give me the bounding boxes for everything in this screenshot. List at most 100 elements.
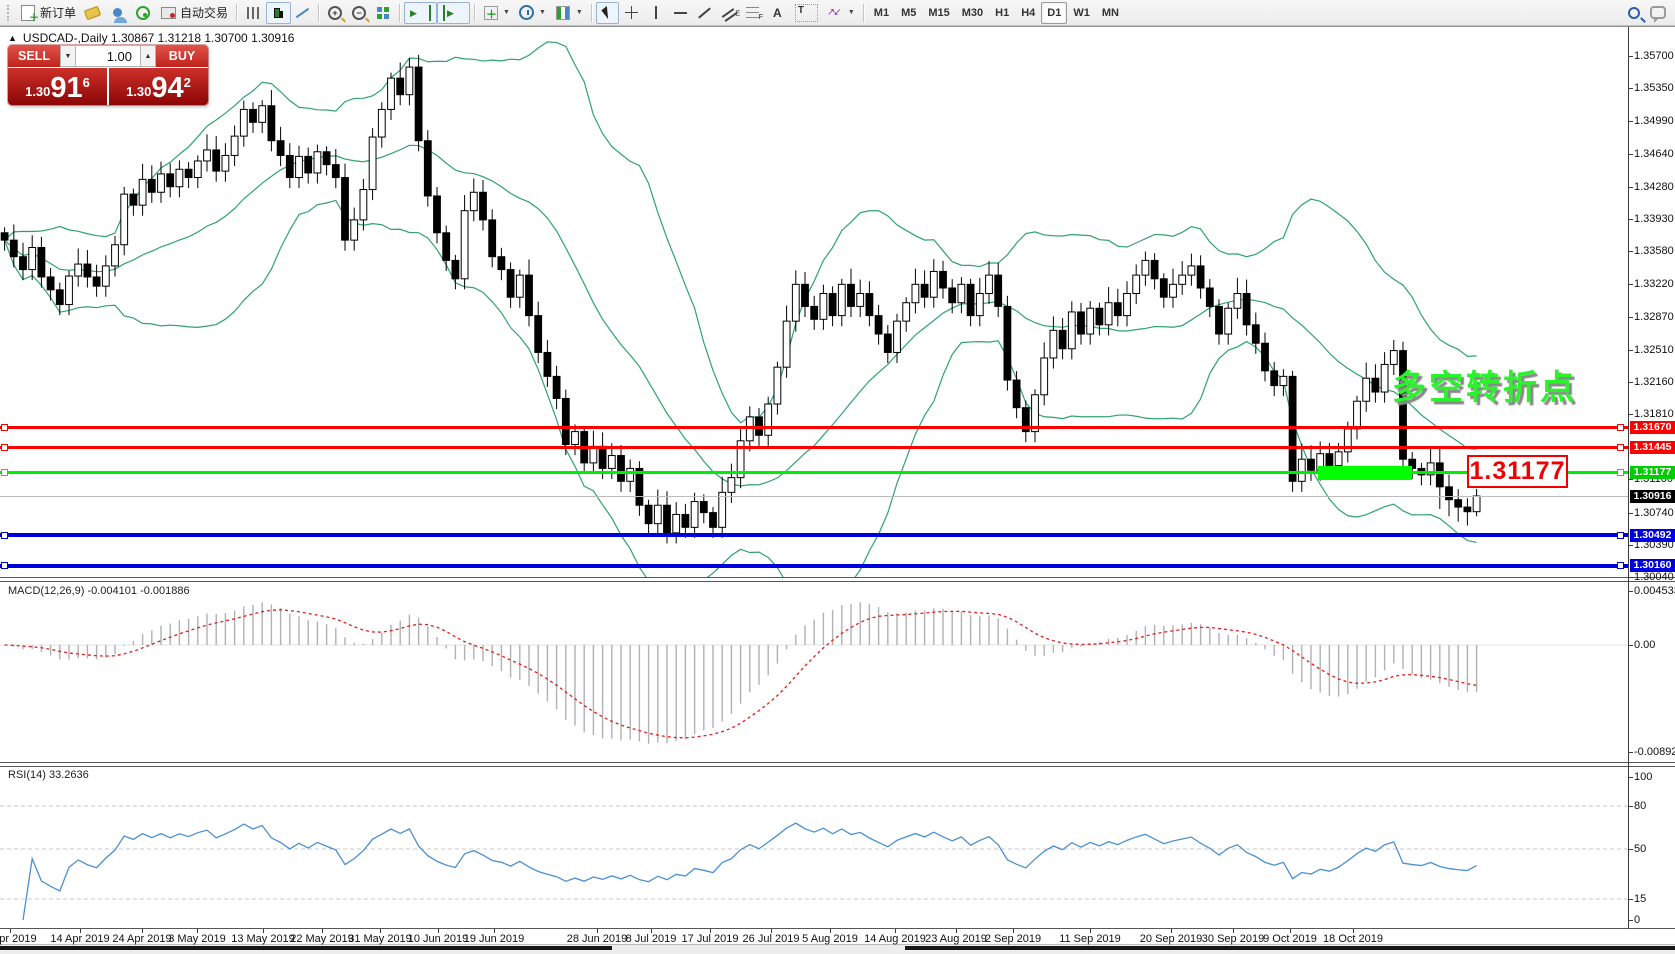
rsi-indicator	[0, 806, 1628, 920]
price-axis-tick	[1628, 187, 1633, 188]
timeframe-button-m30[interactable]: M30	[956, 2, 989, 24]
price-chart[interactable]	[0, 0, 1675, 953]
macd-axis-tick	[1628, 752, 1633, 753]
profile-button[interactable]	[105, 2, 130, 24]
date-axis-tick	[830, 929, 831, 933]
auto-trading-button[interactable]: 自动交易	[156, 2, 232, 24]
price-badge: 1.31177	[1630, 466, 1675, 479]
horizontal-line-button[interactable]	[668, 2, 693, 24]
timeframe-button-m1[interactable]: M1	[868, 2, 895, 24]
buy-price-button[interactable]: 1.30 94 2	[109, 68, 208, 105]
zoom-out-button[interactable]: −	[347, 2, 371, 24]
date-axis-label: 4 Apr 2019	[0, 933, 37, 945]
timeframe-button-mn[interactable]: MN	[1096, 2, 1125, 24]
horizontal-level-line[interactable]	[0, 533, 1628, 537]
price-tag-1-31177[interactable]: 1.31177	[1467, 455, 1568, 488]
channel-button[interactable]	[716, 2, 740, 24]
crosshair-button[interactable]	[619, 2, 644, 24]
rsi-axis-tick	[1628, 920, 1633, 921]
new-order-button[interactable]: 新订单	[15, 2, 80, 24]
trendline-button[interactable]	[693, 2, 716, 24]
line-anchor-handle[interactable]	[1617, 424, 1624, 431]
chat-button[interactable]	[1645, 2, 1671, 24]
horizontal-level-line[interactable]	[0, 564, 1628, 568]
bid-price-line	[0, 496, 1628, 497]
search-icon	[1628, 7, 1640, 19]
line-chart-button[interactable]	[291, 2, 314, 24]
line-anchor-handle[interactable]	[1, 444, 8, 451]
tile-windows-button[interactable]	[371, 2, 395, 24]
toolbar-separator	[591, 4, 592, 22]
timeframe-button-h1[interactable]: H1	[989, 2, 1015, 24]
line-anchor-handle[interactable]	[1, 424, 8, 431]
price-axis-label: 1.30040	[1634, 571, 1674, 583]
toolbar-separator	[474, 4, 475, 22]
chevron-down-icon: ▼	[576, 9, 583, 16]
periods-icon	[519, 5, 534, 20]
price-axis-tick	[1628, 382, 1633, 383]
price-badge: 1.31445	[1630, 441, 1675, 454]
arrows-tool-button[interactable]: ↗↙▼	[823, 2, 859, 24]
timeframe-button-d1[interactable]: D1	[1041, 2, 1067, 24]
text-button[interactable]: A	[765, 2, 790, 24]
timeframe-button-w1[interactable]: W1	[1067, 2, 1096, 24]
timeframe-button-m15[interactable]: M15	[922, 2, 955, 24]
sell-button[interactable]: SELL	[8, 45, 60, 67]
scrollbar-segment-right[interactable]	[905, 946, 1675, 950]
buy-price-sup: 2	[184, 75, 191, 90]
line-anchor-handle[interactable]	[1, 532, 8, 539]
horizontal-level-line[interactable]	[0, 446, 1628, 449]
chart-shift-button[interactable]: ▶	[437, 2, 470, 24]
line-anchor-handle[interactable]	[1617, 469, 1624, 476]
horizontal-level-line[interactable]	[0, 426, 1628, 429]
search-button[interactable]	[1623, 2, 1645, 24]
price-axis-label: 1.35700	[1634, 50, 1674, 62]
highlight-rectangle[interactable]	[1318, 466, 1412, 480]
auto-scroll-button[interactable]: ▶	[404, 2, 437, 24]
candle-chart-button[interactable]	[266, 2, 291, 24]
buy-button[interactable]: BUY	[156, 45, 208, 67]
macd-indicator	[0, 602, 1628, 743]
price-axis-label: 1.34990	[1634, 115, 1674, 127]
price-axis-tick	[1628, 121, 1633, 122]
crosshair-icon	[625, 6, 638, 19]
vertical-line-button[interactable]	[644, 2, 668, 24]
text-label-button[interactable]: T	[790, 2, 823, 24]
volume-decrease-button[interactable]: ▼	[60, 45, 76, 67]
fibonacci-button[interactable]	[740, 2, 765, 24]
bar-chart-button[interactable]	[241, 2, 266, 24]
macd-axis-label: 0.004533	[1634, 585, 1675, 597]
timeframe-button-m5[interactable]: M5	[895, 2, 922, 24]
templates-icon	[556, 6, 570, 20]
macd-rsi-separator[interactable]	[0, 762, 1675, 767]
bar-chart-icon	[247, 7, 260, 19]
eraser-button[interactable]	[80, 2, 105, 24]
price-axis-label: 1.32510	[1634, 344, 1674, 356]
templates-button[interactable]: ▼	[550, 2, 587, 24]
cursor-button[interactable]	[596, 2, 619, 24]
price-axis-tick	[1628, 545, 1633, 546]
one-click-trade-panel: SELL ▼ 1.00 ▲ BUY 1.30 91 6 1.30 94 2	[8, 45, 208, 105]
line-anchor-handle[interactable]	[1617, 444, 1624, 451]
price-badge: 1.30492	[1630, 529, 1675, 542]
periods-button[interactable]: ▼	[514, 2, 550, 24]
sell-price-button[interactable]: 1.30 91 6	[8, 68, 107, 105]
line-anchor-handle[interactable]	[1, 469, 8, 476]
main-macd-separator[interactable]	[0, 577, 1675, 582]
collapse-panel-icon[interactable]: ▲	[8, 33, 17, 43]
line-anchor-handle[interactable]	[1617, 532, 1624, 539]
line-anchor-handle[interactable]	[1617, 562, 1624, 569]
zoom-in-button[interactable]: +	[323, 2, 347, 24]
volume-increase-button[interactable]: ▲	[140, 45, 156, 67]
macd-axis-tick	[1628, 591, 1633, 592]
scrollbar-segment-left[interactable]	[0, 946, 612, 950]
indicators-button[interactable]: ▼	[479, 2, 514, 24]
price-axis-tick	[1628, 88, 1633, 89]
date-axis-tick	[710, 929, 711, 933]
volume-input[interactable]: 1.00	[76, 45, 140, 67]
timeframe-button-h4[interactable]: H4	[1015, 2, 1041, 24]
signal-button[interactable]	[130, 2, 156, 24]
line-anchor-handle[interactable]	[1, 562, 8, 569]
price-axis-tick	[1628, 284, 1633, 285]
buy-price-big: 94	[151, 75, 183, 102]
